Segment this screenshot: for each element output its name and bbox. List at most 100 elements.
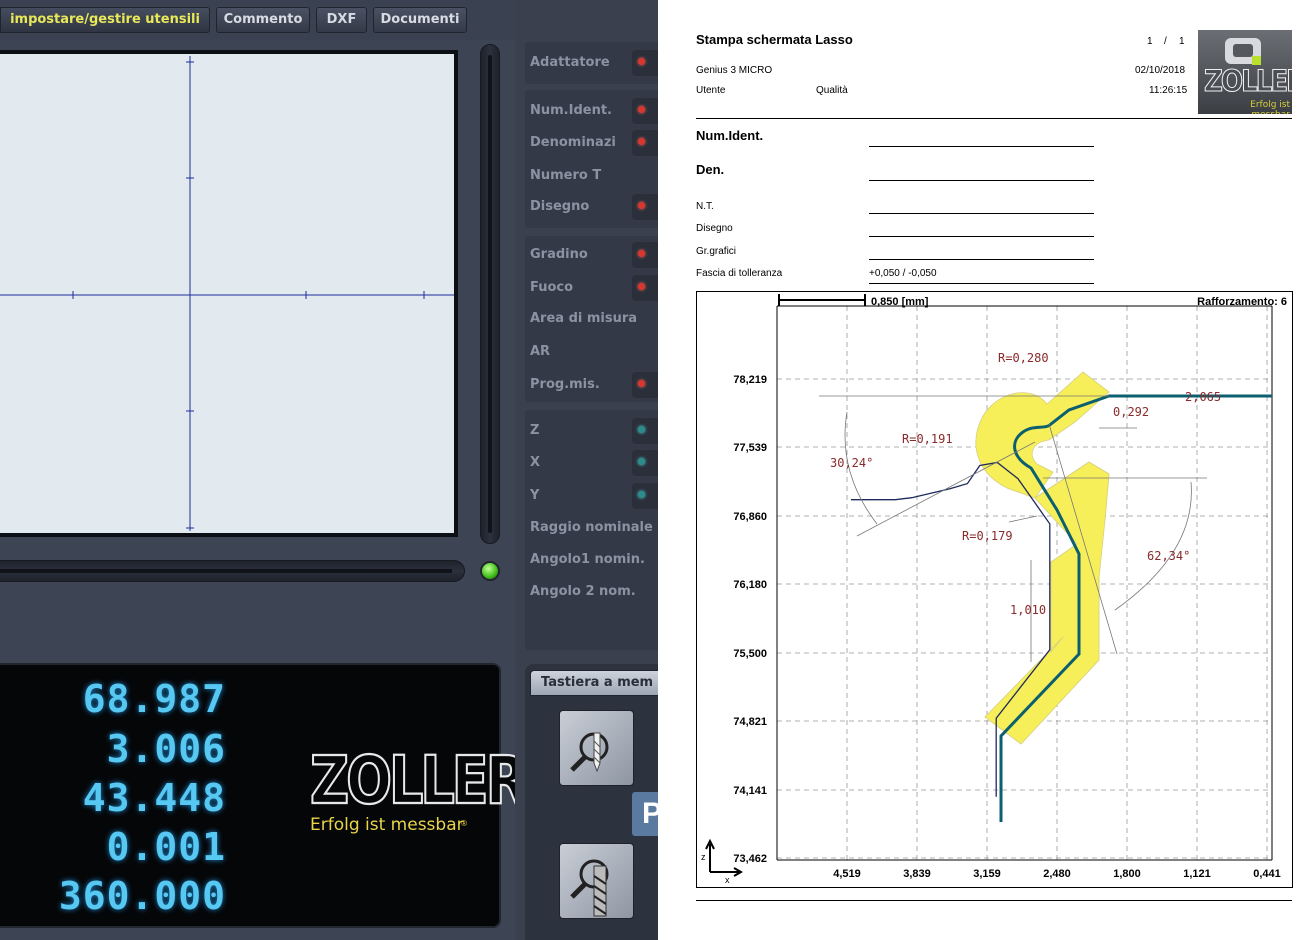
magnifier-drill-icon[interactable] (559, 710, 634, 786)
led-x (632, 450, 658, 476)
led-prog-mis (632, 372, 658, 398)
field-label-den: Den. (696, 162, 725, 177)
software-panel: impostare/gestire utensili Commento DXF … (0, 0, 658, 940)
annotation-r-0280: R=0,280 (998, 351, 1049, 365)
readout-value-2: 3.006 (106, 727, 226, 771)
param-angolo2-nom[interactable]: Angolo 2 nom. (530, 584, 636, 599)
led-z (632, 418, 658, 444)
report-time: 11:26:15 (1149, 85, 1188, 96)
footer-divider (696, 900, 1292, 901)
param-y[interactable]: Y (530, 488, 539, 503)
led-num-ident (632, 98, 658, 124)
tab-documenti[interactable]: Documenti (373, 7, 467, 33)
y-tick-label-5: 74,821 (733, 716, 767, 728)
annotation-0292: 0,292 (1113, 405, 1149, 419)
tab-tastiera-a-memoria[interactable]: Tastiera a mem (530, 670, 658, 696)
led-y (632, 483, 658, 509)
y-tick-labels: 78,219 77,539 76,860 76,180 75,500 74,821 74,1… (733, 374, 767, 865)
field-line-num-ident (869, 146, 1094, 147)
x-tick-label-6: 0,441 (1253, 868, 1281, 880)
user-label: Utente (696, 85, 726, 96)
machine-name: Genius 3 MICRO (696, 65, 773, 76)
x-tick-label-3: 2,480 (1043, 868, 1071, 880)
led-gradino (632, 242, 658, 268)
param-raggio-nominale[interactable]: Raggio nominale (530, 520, 653, 535)
param-disegno[interactable]: Disegno (530, 199, 589, 214)
param-ar[interactable]: AR (530, 344, 550, 359)
field-label-gr-grafici: Gr.grafici (696, 246, 737, 257)
zoller-logo: ZOLLER Erfolg ist messbar (1198, 30, 1292, 114)
p-button[interactable]: P (632, 792, 658, 836)
led-disegno (632, 194, 658, 220)
field-line-tolleranza (869, 283, 1094, 284)
status-led-icon (480, 561, 500, 581)
crosshair (0, 56, 454, 531)
field-line-disegno (869, 236, 1094, 237)
x-tick-labels: 4,519 3,839 3,159 2,480 1,800 1,121 0,441 (833, 868, 1281, 880)
vertical-slider[interactable] (480, 44, 500, 544)
scale-bar-label: 0,850 [mm] (871, 296, 929, 308)
x-tick-label-0: 4,519 (833, 868, 861, 880)
axis-z-label: z (701, 852, 706, 862)
annotation-angle-6234: 62,34° (1147, 549, 1190, 563)
magnifier-endmill-icon[interactable] (559, 843, 634, 919)
param-prog-mis[interactable]: Prog.mis. (530, 377, 600, 392)
param-x[interactable]: X (530, 455, 540, 470)
scale-bar (778, 294, 866, 306)
field-label-tolleranza: Fascia di tolleranza (696, 268, 783, 279)
led-fuoco (632, 275, 658, 301)
x-tick-label-2: 3,159 (973, 868, 1001, 880)
led-adattatore (632, 50, 658, 76)
annotation-r-0191: R=0,191 (902, 432, 953, 446)
page-total: 1 (1179, 36, 1185, 47)
nominal-profile (851, 461, 1051, 797)
param-angolo1-nomin[interactable]: Angolo1 nomin. (530, 552, 645, 567)
annotation-r-0179: R=0,179 (962, 529, 1013, 543)
x-tick-label-5: 1,121 (1183, 868, 1211, 880)
param-num-ident[interactable]: Num.Ident. (530, 103, 612, 118)
param-numero-t[interactable]: Numero T (530, 168, 601, 183)
enhancement-label: Rafforzamento: 6 (1197, 296, 1287, 308)
contour-chart: 0,850 [mm] Rafforzamento: 6 R=0,280 R=0,… (696, 291, 1293, 888)
report-date: 02/10/2018 (1135, 65, 1186, 76)
y-tick-label-4: 75,500 (733, 648, 767, 660)
header-divider (696, 118, 1292, 119)
y-tick-label-1: 77,539 (733, 442, 767, 454)
field-value-tolleranza: +0,050 / -0,050 (869, 268, 937, 279)
annotation-angle-3024: 30,24° (830, 456, 873, 470)
field-line-gr-grafici (869, 259, 1094, 260)
print-report: Stampa schermata Lasso 1 / 1 Genius 3 MI… (658, 0, 1316, 940)
tab-commento[interactable]: Commento (216, 7, 310, 33)
measurement-viewport[interactable] (0, 50, 458, 537)
user-value: Qualità (816, 85, 848, 96)
field-label-disegno: Disegno (696, 223, 733, 234)
field-line-den (869, 180, 1094, 181)
report-title: Stampa schermata Lasso (696, 32, 853, 47)
page-separator: / (1164, 36, 1167, 47)
y-tick-label-6: 74,141 (733, 785, 767, 797)
field-label-nt: N.T. (696, 201, 714, 212)
tab-impostare-gestire-utensili[interactable]: impostare/gestire utensili (0, 7, 210, 33)
horizontal-slider[interactable] (0, 560, 465, 582)
tab-dxf[interactable]: DXF (316, 7, 367, 33)
readout-value-5: 360.000 (58, 874, 226, 918)
led-denominazione (632, 130, 658, 156)
axis-x-label: x (725, 875, 730, 885)
y-tick-label-0: 78,219 (733, 374, 767, 386)
param-denominazione[interactable]: Denominazi (530, 135, 616, 150)
digital-readout: 68.987 3.006 43.448 0.001 360.000 ZOLLER… (0, 663, 528, 928)
field-line-nt (869, 213, 1094, 214)
param-adattatore[interactable]: Adattatore (530, 55, 610, 70)
readout-value-1: 68.987 (82, 677, 226, 721)
page-number: 1 (1147, 36, 1153, 47)
param-area-di-misura[interactable]: Area di misura (530, 311, 637, 326)
param-fuoco[interactable]: Fuoco (530, 280, 573, 295)
x-tick-label-1: 3,839 (903, 868, 931, 880)
y-tick-label-2: 76,860 (733, 511, 767, 523)
x-tick-label-4: 1,800 (1113, 868, 1141, 880)
param-z[interactable]: Z (530, 423, 539, 438)
field-label-num-ident: Num.Ident. (696, 128, 764, 143)
contour-chart-svg: 0,850 [mm] Rafforzamento: 6 R=0,280 R=0,… (701, 294, 1287, 885)
annotation-1010: 1,010 (1010, 603, 1046, 617)
param-gradino[interactable]: Gradino (530, 247, 588, 262)
